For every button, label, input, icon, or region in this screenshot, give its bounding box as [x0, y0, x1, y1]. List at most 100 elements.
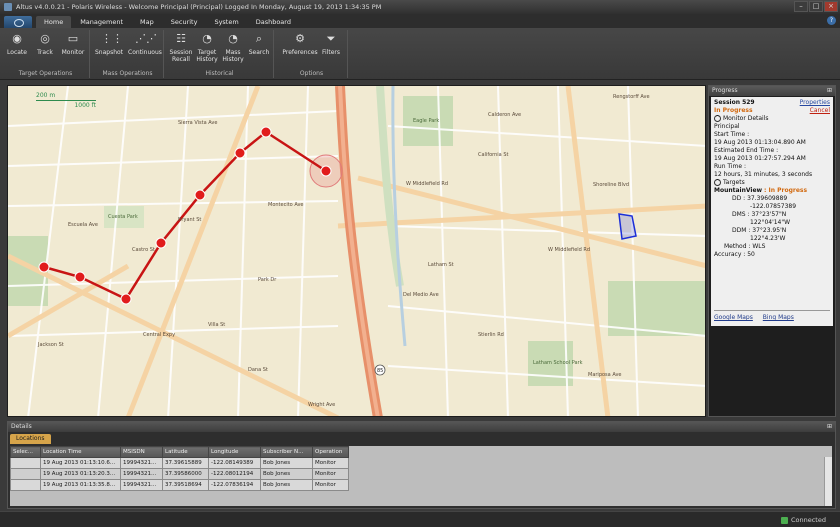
- locate-button[interactable]: ◉ Locate: [2, 32, 32, 56]
- continuous-icon: ⋰⋰: [135, 32, 157, 45]
- msisdn-cell: 19994321...: [120, 468, 163, 480]
- operation-cell: Monitor: [312, 479, 349, 491]
- track-button[interactable]: ◎ Track: [30, 32, 60, 56]
- street-label: Bryant St: [178, 217, 201, 223]
- details-title: Details: [11, 423, 32, 430]
- dms-lat: DMS : 37°23'57"N: [732, 211, 787, 218]
- street-label: Calderon Ave: [488, 112, 521, 118]
- scale-label-imperial: 1000 ft: [74, 102, 96, 109]
- street-label: W Middlefield Rd: [406, 181, 448, 187]
- app-icon: [4, 3, 12, 11]
- street-label: Latham St: [428, 262, 454, 268]
- filters-button[interactable]: ⏷ Filters: [316, 32, 346, 56]
- column-header[interactable]: Location Time: [40, 446, 121, 458]
- connection-status: Connected: [780, 516, 826, 524]
- column-header[interactable]: Longitude: [208, 446, 261, 458]
- latitude-cell: 37.39615889: [162, 457, 209, 469]
- tab-locations[interactable]: Locations: [10, 434, 51, 444]
- tab-dashboard[interactable]: Dashboard: [248, 16, 299, 28]
- search-icon: ⌕: [255, 32, 263, 45]
- column-header[interactable]: Subscriber N...: [260, 446, 313, 458]
- tab-management[interactable]: Management: [72, 16, 131, 28]
- snapshot-button[interactable]: ⋮⋮ Snapshot: [94, 32, 124, 56]
- scale-label-metric: 200 m: [36, 92, 56, 99]
- target-status: : In Progress: [764, 187, 808, 194]
- details-header: Details ⊞: [8, 422, 835, 432]
- locations-grid: Selec... Location Time MSISDN Latitude L…: [10, 446, 832, 506]
- close-button[interactable]: ×: [824, 1, 838, 12]
- run-time-value: 12 hours, 31 minutes, 3 seconds: [714, 171, 813, 178]
- pin-icon[interactable]: ⊞: [827, 422, 832, 432]
- maximize-button[interactable]: □: [809, 1, 823, 12]
- park-label: Latham School Park: [533, 360, 583, 366]
- street-label: Wright Ave: [308, 402, 335, 408]
- search-button[interactable]: ⌕ Search: [244, 32, 274, 56]
- application-menu-button[interactable]: [4, 16, 32, 28]
- filter-icon: ⏷: [326, 32, 336, 45]
- mass-history-icon: ◔: [228, 32, 238, 45]
- table-header-row: Selec... Location Time MSISDN Latitude L…: [10, 446, 349, 458]
- title-bar: Altus v4.0.0.21 - Polaris Wireless - Wel…: [0, 0, 840, 14]
- location-time-cell: 19 Aug 2013 01:13:20.3...: [40, 468, 121, 480]
- track-label: Track: [37, 49, 53, 56]
- map-links: Google Maps Bing Maps: [714, 310, 830, 322]
- street-label: Mariposa Ave: [588, 372, 621, 378]
- tab-security[interactable]: Security: [163, 16, 206, 28]
- google-maps-link[interactable]: Google Maps: [714, 314, 753, 321]
- street-label: Villa St: [208, 322, 225, 328]
- details-panel: Details ⊞ Locations Selec... Location Ti…: [7, 421, 836, 509]
- preferences-label: Preferences: [282, 49, 318, 56]
- table-row[interactable]: 19 Aug 2013 01:13:10.6... 19994321... 37…: [10, 457, 349, 469]
- street-label: Jackson St: [37, 342, 64, 348]
- tab-system[interactable]: System: [206, 16, 246, 28]
- column-header[interactable]: Operation: [312, 446, 349, 458]
- progress-panel: Progress ⊞ Session 529 Properties In Pro…: [708, 85, 836, 417]
- properties-link[interactable]: Properties: [800, 99, 830, 107]
- column-header[interactable]: Selec...: [10, 446, 41, 458]
- group-label: Options: [299, 70, 324, 77]
- group-label: Mass Operations: [102, 70, 153, 77]
- row-select-cell[interactable]: [10, 479, 41, 491]
- map-view[interactable]: 85 W Middlefield Rd W Middlefield Rd Sie…: [7, 85, 706, 417]
- ddm-lat: DDM : 37°23.95'N: [732, 227, 787, 234]
- minimize-button[interactable]: –: [794, 1, 808, 12]
- monitor-icon: ▭: [67, 32, 79, 45]
- snapshot-icon: ⋮⋮: [101, 32, 123, 45]
- map-scale-bar: 200 m 1000 ft: [36, 92, 106, 114]
- location-time-cell: 19 Aug 2013 01:13:35.8...: [40, 479, 121, 491]
- bing-maps-link[interactable]: Bing Maps: [763, 314, 794, 321]
- ribbon-group-target-operations: ◉ Locate ◎ Track ▭ Monitor Target Operat…: [2, 30, 90, 78]
- locations-table: Selec... Location Time MSISDN Latitude L…: [10, 446, 349, 491]
- monitor-button[interactable]: ▭ Monitor: [58, 32, 88, 56]
- street-label: W Middlefield Rd: [548, 247, 590, 253]
- table-row[interactable]: 19 Aug 2013 01:13:35.8... 19994321... 37…: [10, 479, 349, 491]
- preferences-button[interactable]: ⚙ Preferences: [280, 32, 320, 56]
- monitor-details-toggle[interactable]: ^ Monitor Details: [714, 115, 830, 123]
- table-row[interactable]: 19 Aug 2013 01:13:20.3... 19994321... 37…: [10, 468, 349, 480]
- target-name: MountainView: [714, 187, 763, 194]
- tab-map[interactable]: Map: [132, 16, 162, 28]
- targets-toggle[interactable]: ^ Targets: [714, 179, 830, 187]
- subscriber-cell: Bob Jones: [260, 457, 313, 469]
- street-label: Stierlin Rd: [478, 332, 504, 338]
- continuous-button[interactable]: ⋰⋰ Continuous: [128, 32, 162, 56]
- column-header[interactable]: MSISDN: [120, 446, 163, 458]
- row-select-cell[interactable]: [10, 457, 41, 469]
- street-label: Sierra Vista Ave: [178, 120, 217, 126]
- pin-icon[interactable]: ⊞: [827, 86, 832, 96]
- est-end-label: Estimated End Time :: [714, 147, 779, 154]
- tab-home[interactable]: Home: [36, 16, 72, 28]
- row-select-cell[interactable]: [10, 468, 41, 480]
- street-label: Dana St: [248, 367, 268, 373]
- street-label: Park Dr: [258, 277, 277, 283]
- snapshot-label: Snapshot: [94, 49, 124, 56]
- help-icon[interactable]: ?: [827, 16, 836, 25]
- vertical-scrollbar[interactable]: [824, 457, 832, 506]
- group-label: Historical: [205, 70, 234, 77]
- monitor-label: Monitor: [61, 49, 85, 56]
- connection-icon: [780, 516, 788, 524]
- cancel-link[interactable]: Cancel: [810, 107, 830, 115]
- window-title: Altus v4.0.0.21 - Polaris Wireless - Wel…: [16, 3, 382, 11]
- column-header[interactable]: Latitude: [162, 446, 209, 458]
- ddm-lon: 122°4.23'W: [750, 235, 786, 242]
